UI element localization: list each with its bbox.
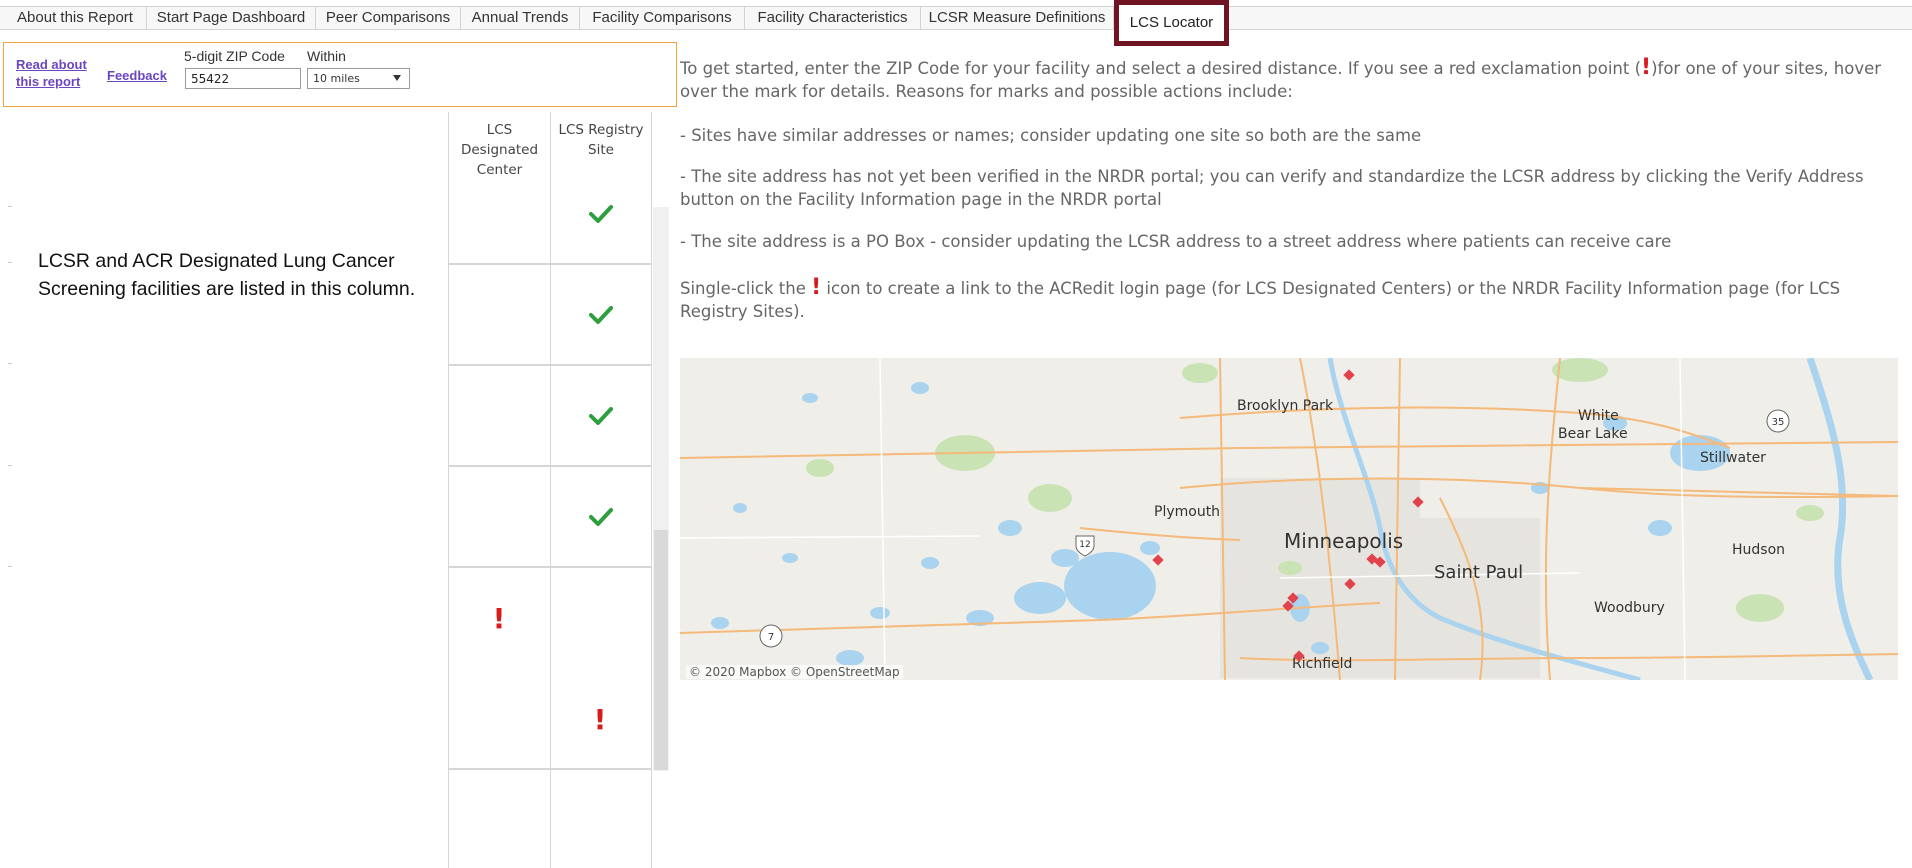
reason-po-box: - The site address is a PO Box - conside… [680,232,1672,251]
lake [1014,582,1066,614]
road [1679,358,1686,680]
lake [870,607,890,619]
check-icon[interactable] [589,404,613,428]
park [806,459,834,477]
tab-facility-comparisons[interactable]: Facility Comparisons [580,6,745,30]
exclamation-icon[interactable]: ! [588,706,612,734]
tab-lcs-locator[interactable]: LCS Locator [1114,0,1229,46]
row-tick [8,566,12,567]
col-header-designated-center: LCS Designated Center [460,122,539,178]
place-minneapolis: Minneapolis [1284,529,1403,553]
check-icon[interactable] [589,202,613,226]
within-label: Within [307,48,346,64]
tab-lcsr-measure-definitions[interactable]: LCSR Measure Definitions [921,6,1114,30]
place-stillwater: Stillwater [1700,450,1766,466]
locator-map[interactable]: 12 35 7 Brooklyn Park White Bear Lake St… [680,358,1898,680]
place-plymouth: Plymouth [1154,504,1220,520]
tab-bar: About this Report Start Page Dashboard P… [0,0,1912,46]
facility-column-note: LCSR and ACR Designated Lung Cancer Scre… [38,250,416,300]
col-header-registry-site: LCS Registry Site [558,122,644,158]
place-hudson: Hudson [1732,542,1785,558]
park [1182,363,1218,383]
lake [1648,520,1672,536]
row-divider [448,263,652,265]
column-divider [550,112,551,868]
road [1079,527,1241,541]
exclamation-icon[interactable]: ! [487,605,511,633]
distance-select[interactable]: 10 miles [307,68,410,89]
road [879,358,886,680]
facility-marker[interactable] [1343,369,1355,381]
lake [733,503,747,513]
reason-unverified-address: - The site address has not yet been veri… [680,167,1864,209]
exclamation-icon: ! [811,275,822,300]
zip-code-input[interactable] [185,68,301,89]
svg-text:35: 35 [1772,417,1785,428]
tab-peer-comparisons[interactable]: Peer Comparisons [316,6,461,30]
lake [911,382,929,394]
lake [1064,552,1156,620]
place-saint-paul: Saint Paul [1434,562,1523,583]
park [1028,484,1072,512]
row-tick [8,465,12,466]
place-white-bear-lake-2: Bear Lake [1558,426,1628,442]
tab-annual-trends[interactable]: Annual Trends [461,6,580,30]
row-tick [8,206,12,207]
tab-start-page-dashboard[interactable]: Start Page Dashboard [147,6,316,30]
row-divider [448,566,652,568]
lake [836,650,864,666]
svg-text:7: 7 [768,632,774,643]
reason-similar-addresses: - Sites have similar addresses or names;… [680,126,1422,145]
instructions-intro-text: To get started, enter the ZIP Code for y… [680,59,1642,78]
tab-facility-characteristics[interactable]: Facility Characteristics [745,6,921,30]
facility-marker[interactable] [1152,554,1164,566]
lake [1140,541,1160,555]
filter-panel: Read about this report Feedback 5-digit … [3,42,677,107]
lake [998,520,1022,536]
row-tick [8,363,12,364]
table-scrollbar-thumb[interactable] [654,530,668,770]
highway-shield-7: 7 [759,624,783,648]
column-divider [651,112,652,868]
lake [711,617,729,629]
highway-shield-12: 12 [1075,535,1095,557]
facility-table: LCS Designated Center LCS Registry Site … [448,112,652,868]
zip-code-label: 5-digit ZIP Code [184,48,285,64]
feedback-link[interactable]: Feedback [107,67,167,84]
check-icon[interactable] [589,505,613,529]
park [1736,594,1784,622]
exclamation-icon: ! [1641,55,1652,80]
lake [1051,549,1079,567]
lake [782,553,798,563]
tab-about-this-report[interactable]: About this Report [4,6,147,30]
read-about-report-link[interactable]: Read about this report [16,56,96,90]
chevron-down-icon [393,75,401,81]
row-divider [448,768,652,770]
road [1544,358,1561,680]
instructions-single-click: Single-click the ! icon to create a link… [680,276,1900,323]
highway-shield-35: 35 [1766,409,1790,433]
park [1278,561,1302,575]
lake [802,393,818,403]
single-click-text: Single-click the [680,279,812,298]
road [680,535,981,539]
check-icon[interactable] [589,303,613,327]
instructions-intro: To get started, enter the ZIP Code for y… [680,56,1900,103]
distance-select-value: 10 miles [313,72,360,85]
row-divider [448,465,652,467]
park [1796,505,1824,521]
row-tick [8,262,12,263]
lake [1311,642,1329,654]
row-divider [448,364,652,366]
place-brooklyn-park: Brooklyn Park [1237,398,1334,414]
urban-area [1400,518,1540,678]
map-attribution[interactable]: © 2020 Mapbox © OpenStreetMap [686,665,903,679]
single-click-text-2: icon to create a link to the ACRedit log… [680,279,1841,321]
place-white-bear-lake: White [1578,408,1619,424]
place-woodbury: Woodbury [1594,600,1665,616]
column-divider [448,112,449,868]
svg-text:12: 12 [1079,540,1090,550]
lake [921,557,939,569]
map-canvas: 12 35 7 Brooklyn Park White Bear Lake St… [680,358,1898,680]
